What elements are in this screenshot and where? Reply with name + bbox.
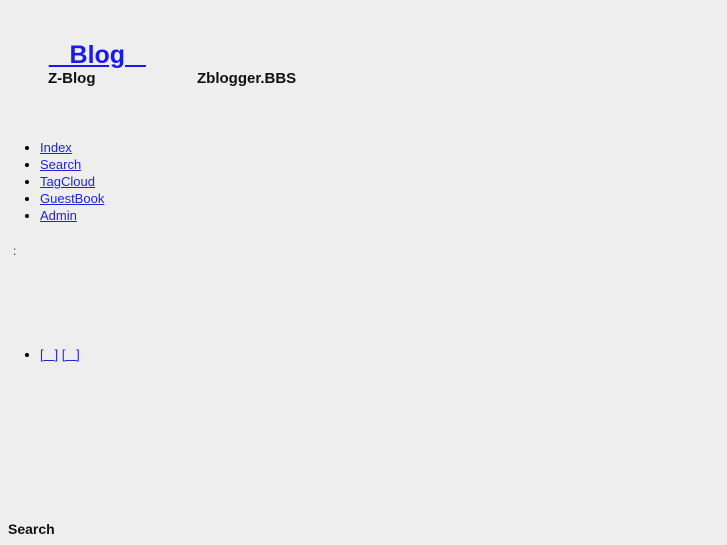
nav-item-admin: Admin — [40, 207, 104, 224]
nav-item-index: Index — [40, 139, 104, 156]
page-root: Blog Z-Blog Zblogger.BBS Index Search Ta… — [0, 0, 727, 545]
bracket-link-prev[interactable]: [ ] — [40, 347, 58, 362]
list-item: [ ] [ ] — [40, 346, 80, 363]
nav-link-search[interactable]: Search — [40, 157, 81, 172]
subtitle-z-blog: Z-Blog — [48, 70, 96, 87]
nav-item-guestbook: GuestBook — [40, 190, 104, 207]
search-section-heading: Search — [8, 521, 55, 537]
nav-link-index[interactable]: Index — [40, 140, 72, 155]
nav-link-admin[interactable]: Admin — [40, 208, 77, 223]
site-title-link[interactable]: Blog — [49, 41, 146, 69]
bracket-link-list: [ ] [ ] — [0, 346, 80, 363]
subtitle-zblogger-bbs: Zblogger.BBS — [197, 70, 297, 87]
subtitle-row: Z-Blog Zblogger.BBS — [0, 68, 727, 90]
nav-link-guestbook[interactable]: GuestBook — [40, 191, 104, 206]
main-navigation: Index Search TagCloud GuestBook Admin — [0, 139, 104, 224]
nav-item-search: Search — [40, 156, 104, 173]
nav-item-tagcloud: TagCloud — [40, 173, 104, 190]
nav-link-tagcloud[interactable]: TagCloud — [40, 174, 95, 189]
bracket-link-next[interactable]: [ ] — [62, 347, 80, 362]
meta-separator: : — [13, 244, 17, 258]
